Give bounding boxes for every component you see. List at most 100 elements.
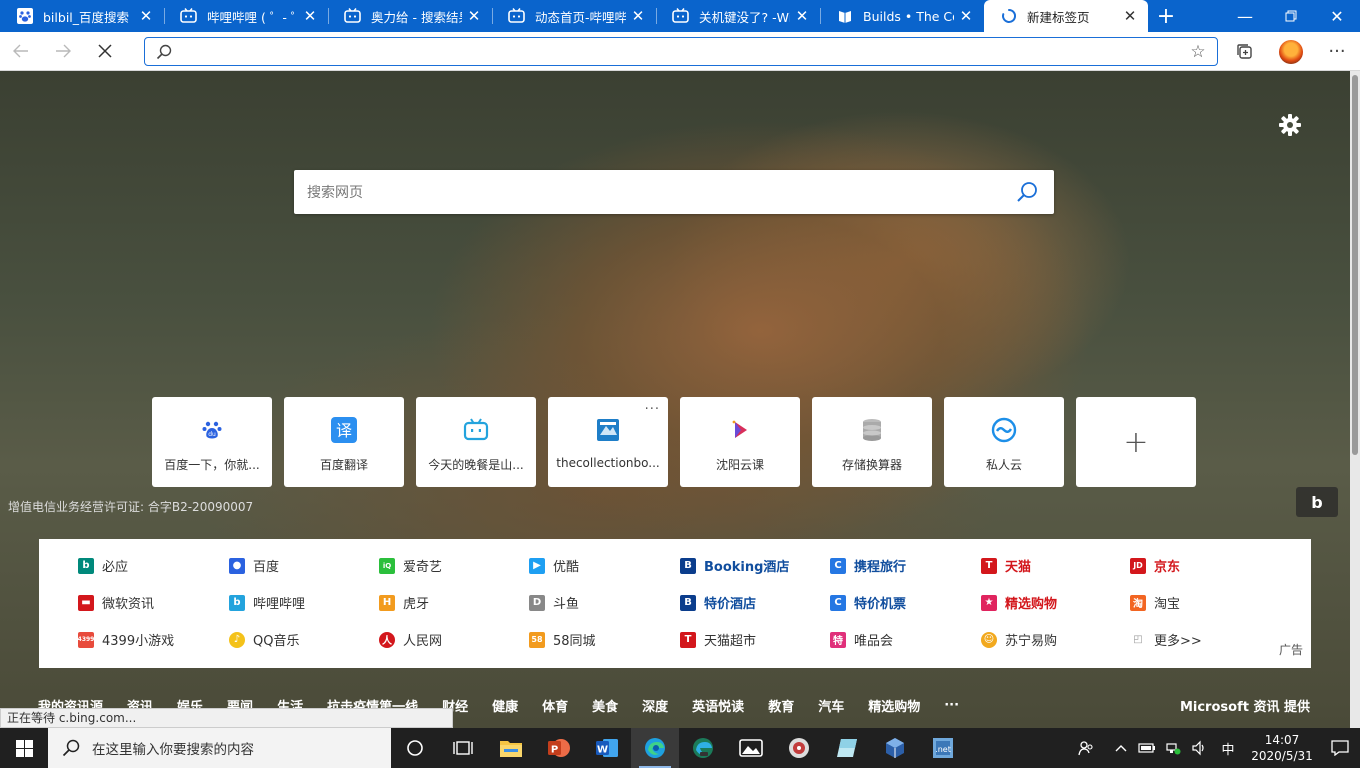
quick-link-tile[interactable]: du 百度一下，你就... — [152, 397, 272, 487]
site-link[interactable]: ★ 精选购物 — [981, 593, 1057, 612]
volume-icon[interactable] — [1187, 740, 1211, 756]
close-icon[interactable]: ✕ — [958, 8, 974, 24]
site-link[interactable]: iQ 爱奇艺 — [379, 556, 442, 575]
tab-power-button[interactable]: 关机键没了? -Win ✕ — [656, 0, 820, 32]
site-link[interactable]: 人人民网 — [379, 630, 442, 649]
quick-link-tile[interactable]: 沈阳云课 — [680, 397, 800, 487]
news-category[interactable]: 教育 — [768, 696, 794, 715]
bing-logo-button[interactable]: b — [1296, 487, 1338, 517]
new-tab-button[interactable]: + — [1148, 0, 1184, 32]
site-link[interactable]: ● 百度 — [229, 556, 279, 575]
site-link[interactable]: C 特价机票 — [830, 593, 906, 612]
site-link[interactable]: D 斗鱼 — [529, 593, 579, 612]
dotnet-app-button[interactable]: .net — [919, 728, 967, 768]
close-icon[interactable]: ✕ — [630, 8, 646, 24]
site-link[interactable]: C 携程旅行 — [830, 556, 906, 575]
add-quick-link-button[interactable]: + — [1076, 397, 1196, 487]
battery-icon[interactable] — [1135, 742, 1159, 754]
back-button[interactable] — [0, 32, 42, 71]
web-search-input[interactable] — [294, 172, 1000, 212]
profile-button[interactable] — [1268, 32, 1314, 71]
page-settings-button[interactable] — [1276, 111, 1304, 139]
file-explorer-button[interactable] — [487, 728, 535, 768]
word-button[interactable]: W — [583, 728, 631, 768]
svg-text:.net: .net — [935, 745, 951, 754]
ime-indicator[interactable]: 中 — [1213, 739, 1243, 758]
site-link[interactable]: JD 京东 — [1130, 556, 1180, 575]
people-icon[interactable] — [1074, 740, 1098, 756]
tab-new-tab[interactable]: 新建标签页 ✕ — [984, 0, 1148, 32]
favorite-star-icon[interactable]: ☆ — [1179, 42, 1217, 62]
chevron-up-icon[interactable] — [1109, 744, 1133, 752]
site-link[interactable]: H 虎牙 — [379, 593, 429, 612]
site-link[interactable]: B Booking酒店 — [680, 556, 789, 575]
minimize-button[interactable]: — — [1222, 0, 1268, 32]
close-window-button[interactable]: ✕ — [1314, 0, 1360, 32]
collections-button[interactable] — [1222, 32, 1268, 71]
address-input[interactable] — [183, 38, 1179, 65]
scrollbar-thumb[interactable] — [1352, 75, 1358, 455]
baidu-paw-icon: du — [199, 417, 225, 443]
tab-bilibili[interactable]: 哔哩哔哩 ( ゜- ゜)つ ✕ — [164, 0, 328, 32]
site-link[interactable]: b 哔哩哔哩 — [229, 593, 305, 612]
task-view-button[interactable] — [439, 728, 487, 768]
site-link[interactable]: ▬ 微软资讯 — [78, 593, 154, 612]
site-link[interactable]: 特唯品会 — [830, 630, 893, 649]
more-icon[interactable]: ··· — [645, 402, 660, 417]
notes-app-button[interactable] — [823, 728, 871, 768]
site-link[interactable]: b 必应 — [78, 556, 128, 575]
site-link[interactable]: B 特价酒店 — [680, 593, 756, 612]
cortana-button[interactable] — [391, 728, 439, 768]
quick-link-tile[interactable]: 存储换算器 — [812, 397, 932, 487]
restore-button[interactable] — [1268, 0, 1314, 32]
address-bar[interactable]: ☆ — [144, 37, 1218, 66]
quick-link-tile[interactable]: 译 百度翻译 — [284, 397, 404, 487]
news-category[interactable]: 英语悦读 — [692, 696, 744, 715]
web-search-box[interactable] — [294, 170, 1054, 214]
close-icon[interactable]: ✕ — [138, 8, 154, 24]
news-category[interactable]: 美食 — [592, 696, 618, 715]
site-link[interactable]: ▶ 优酷 — [529, 556, 579, 575]
settings-more-button[interactable]: ··· — [1314, 32, 1360, 71]
news-more-button[interactable]: ··· — [944, 698, 959, 713]
close-icon[interactable]: ✕ — [794, 8, 810, 24]
page-scrollbar[interactable] — [1350, 71, 1360, 728]
news-category[interactable]: 体育 — [542, 696, 568, 715]
edge-button[interactable] — [631, 728, 679, 768]
tab-baidu-search[interactable]: bilbil_百度搜索 ✕ — [0, 0, 164, 32]
news-category[interactable]: 汽车 — [818, 696, 844, 715]
quick-link-tile[interactable]: ··· thecollectionbo... — [548, 397, 668, 487]
news-category[interactable]: 精选购物 — [868, 696, 920, 715]
news-category[interactable]: 健康 — [492, 696, 518, 715]
taskbar-search[interactable]: 在这里输入你要搜索的内容 — [48, 728, 391, 768]
photos-button[interactable] — [727, 728, 775, 768]
action-center-button[interactable] — [1320, 740, 1360, 756]
site-link[interactable]: 4399 4399小游戏 — [78, 630, 174, 649]
close-icon[interactable]: ✕ — [302, 8, 318, 24]
start-button[interactable] — [0, 728, 48, 768]
quick-link-tile[interactable]: 私人云 — [944, 397, 1064, 487]
site-link[interactable]: ♪ QQ音乐 — [229, 630, 299, 649]
media-player-button[interactable] — [775, 728, 823, 768]
news-category[interactable]: 深度 — [642, 696, 668, 715]
tab-search-results[interactable]: 奥力给 - 搜索结果 ✕ — [328, 0, 492, 32]
site-link[interactable]: ☺ 苏宁易购 — [981, 630, 1057, 649]
edge-dev-button[interactable] — [679, 728, 727, 768]
site-link[interactable]: T 天猫超市 — [680, 630, 756, 649]
virtualbox-button[interactable] — [871, 728, 919, 768]
quick-link-tile[interactable]: 今天的晚餐是山... — [416, 397, 536, 487]
tab-builds-collection[interactable]: Builds • The Collec ✕ — [820, 0, 984, 32]
stop-loading-button[interactable] — [84, 32, 126, 71]
close-icon[interactable]: ✕ — [466, 8, 482, 24]
search-submit-button[interactable] — [1000, 181, 1054, 203]
site-link[interactable]: 淘淘宝 — [1130, 593, 1180, 612]
site-link-more[interactable]: ◰ 更多>> — [1130, 630, 1202, 649]
tab-dynamic-home[interactable]: 动态首页-哔哩哔哩 ✕ — [492, 0, 656, 32]
site-link[interactable]: 58 58同城 — [529, 630, 596, 649]
forward-button[interactable] — [42, 32, 84, 71]
site-link[interactable]: T 天猫 — [981, 556, 1031, 575]
network-icon[interactable] — [1161, 740, 1185, 756]
powerpoint-button[interactable]: P — [535, 728, 583, 768]
clock[interactable]: 14:07 2020/5/31 — [1244, 732, 1320, 764]
close-icon[interactable]: ✕ — [1122, 8, 1138, 24]
